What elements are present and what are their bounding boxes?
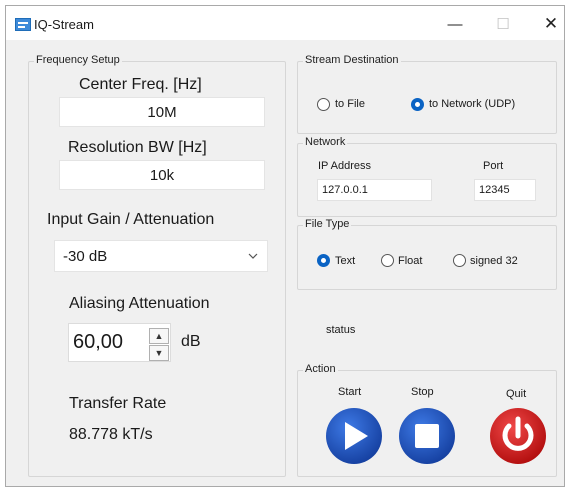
chevron-up-icon: ▲ xyxy=(154,331,164,341)
stop-button[interactable] xyxy=(398,407,456,465)
frequency-setup-label: Frequency Setup xyxy=(34,54,122,66)
input-gain-dropdown[interactable]: -30 dB xyxy=(54,240,268,272)
transfer-rate-value: 88.778 kT/s xyxy=(69,426,153,443)
stream-destination-group: Stream Destination to File to Network (U… xyxy=(297,54,557,134)
transfer-rate-label: Transfer Rate xyxy=(69,395,167,412)
window-title: IQ-Stream xyxy=(34,17,94,32)
input-gain-selected: -30 dB xyxy=(63,247,108,265)
stream-destination-label: Stream Destination xyxy=(303,54,401,66)
aliasing-value: 60,00 xyxy=(73,331,124,353)
close-button[interactable]: ✕ xyxy=(528,10,569,38)
file-type-group: File Type Text Float signed 32 xyxy=(297,218,557,290)
start-button[interactable] xyxy=(325,407,383,465)
ip-address-label: IP Address xyxy=(318,160,371,172)
text-radio[interactable] xyxy=(317,254,330,267)
stop-label: Stop xyxy=(411,386,434,398)
float-radio[interactable] xyxy=(381,254,394,267)
ip-address-input[interactable]: 127.0.0.1 xyxy=(317,179,432,201)
signed32-radio-label: signed 32 xyxy=(470,255,518,267)
title-bar[interactable]: IQ-Stream — ☐ ✕ xyxy=(6,6,564,40)
to-file-label: to File xyxy=(335,98,365,110)
quit-label: Quit xyxy=(506,388,527,400)
input-gain-label: Input Gain / Attenuation xyxy=(47,211,215,228)
resolution-bw-input[interactable]: 10k xyxy=(59,160,265,190)
network-label: Network xyxy=(303,136,348,148)
float-radio-label: Float xyxy=(398,255,423,267)
action-label: Action xyxy=(303,363,338,375)
to-network-radio[interactable] xyxy=(411,98,424,111)
port-label: Port xyxy=(483,160,504,172)
stop-icon xyxy=(415,424,439,448)
aliasing-decrement-button[interactable]: ▼ xyxy=(149,345,169,361)
aliasing-unit: dB xyxy=(181,333,201,350)
text-radio-label: Text xyxy=(335,255,356,267)
network-group: Network IP Address 127.0.0.1 Port 12345 xyxy=(297,136,557,217)
resolution-bw-label: Resolution BW [Hz] xyxy=(68,139,207,156)
frequency-setup-group: Frequency Setup Center Freq. [Hz] 10M Re… xyxy=(28,54,286,477)
minimize-button[interactable]: — xyxy=(432,10,478,38)
start-label: Start xyxy=(338,386,362,398)
maximize-button[interactable]: ☐ xyxy=(480,10,526,38)
to-file-radio[interactable] xyxy=(317,98,330,111)
iq-stream-window: IQ-Stream — ☐ ✕ Frequency Setup Center F… xyxy=(5,5,565,487)
action-group: Action Start Stop Quit xyxy=(297,363,557,477)
port-input[interactable]: 12345 xyxy=(474,179,536,201)
aliasing-label: Aliasing Attenuation xyxy=(69,295,210,312)
app-icon xyxy=(15,18,31,31)
chevron-down-icon xyxy=(248,253,258,259)
quit-button[interactable] xyxy=(489,407,547,465)
to-network-label: to Network (UDP) xyxy=(429,98,516,110)
center-freq-label: Center Freq. [Hz] xyxy=(79,76,202,93)
chevron-down-icon: ▼ xyxy=(154,348,164,358)
file-type-label: File Type xyxy=(303,218,352,230)
aliasing-increment-button[interactable]: ▲ xyxy=(149,328,169,344)
signed32-radio[interactable] xyxy=(453,254,466,267)
center-freq-input[interactable]: 10M xyxy=(59,97,265,127)
status-text: status xyxy=(326,324,356,336)
